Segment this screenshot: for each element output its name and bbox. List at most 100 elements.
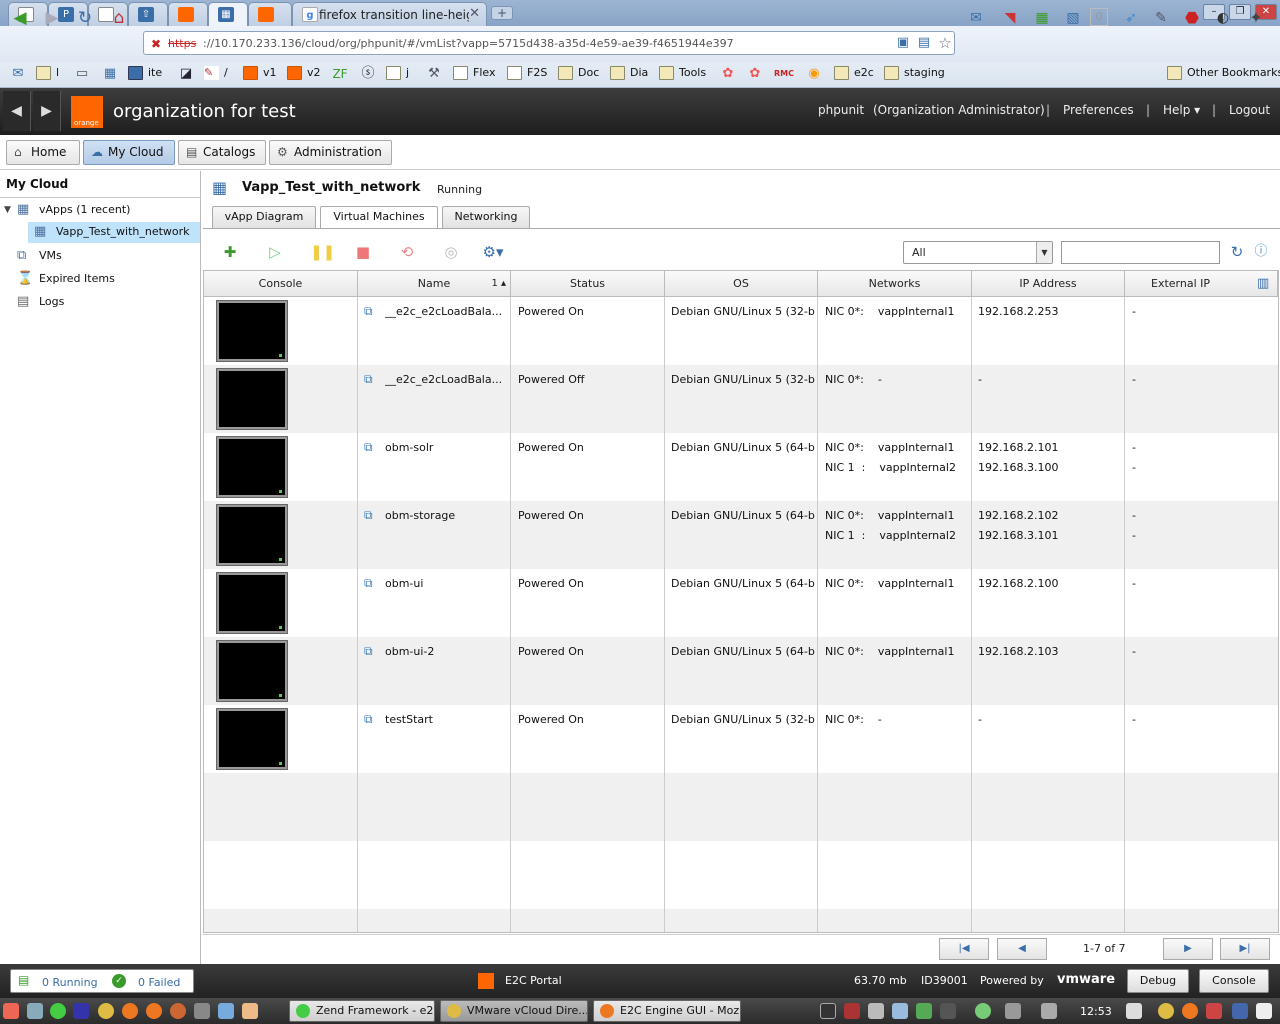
- help-menu[interactable]: Help ▾: [1163, 103, 1200, 117]
- prev-page-button[interactable]: ◀: [997, 938, 1047, 960]
- close-icon[interactable]: ✕: [469, 6, 480, 21]
- flower-bookmark-icon[interactable]: ✿: [718, 64, 738, 84]
- bookmark[interactable]: ite: [128, 66, 162, 82]
- mail-bookmark-icon[interactable]: ✉: [8, 64, 28, 84]
- circle-bookmark-icon[interactable]: ◉: [804, 64, 824, 84]
- folder-icon[interactable]: [27, 1003, 43, 1019]
- launcher-icon[interactable]: [50, 1003, 66, 1019]
- browser-tab-active[interactable]: ▦: [208, 2, 248, 26]
- vm-name[interactable]: __e2c_e2cLoadBala...: [385, 373, 509, 386]
- bookmark[interactable]: v2: [287, 66, 321, 82]
- app-icon[interactable]: [868, 1003, 884, 1019]
- suspend-icon[interactable]: ❚❚: [310, 243, 335, 261]
- zf-bookmark-icon[interactable]: ZF: [330, 64, 350, 84]
- logout-link[interactable]: Logout: [1229, 103, 1270, 117]
- tool-bookmark-icon[interactable]: ⚒: [424, 64, 444, 84]
- search-input[interactable]: [1061, 241, 1220, 264]
- bookmark-folder[interactable]: Dia: [610, 66, 648, 82]
- tasks-icon[interactable]: ▧: [1063, 8, 1083, 28]
- console-thumbnail[interactable]: [216, 436, 288, 498]
- column-header-os[interactable]: OS: [665, 271, 818, 297]
- reload-icon[interactable]: ↻: [75, 8, 95, 28]
- battery-icon[interactable]: [1126, 1003, 1142, 1019]
- firefox-icon[interactable]: [146, 1003, 162, 1019]
- task-vcloud[interactable]: VMware vCloud Dire...: [440, 1000, 588, 1022]
- bookmark-folder[interactable]: staging: [884, 66, 945, 82]
- power-off-icon[interactable]: ■: [354, 243, 372, 261]
- vm-name[interactable]: __e2c_e2cLoadBala...: [385, 305, 509, 318]
- new-tab-button[interactable]: +: [491, 6, 513, 20]
- debug-button[interactable]: Debug: [1127, 969, 1189, 993]
- other-bookmarks[interactable]: Other Bookmarks: [1167, 66, 1280, 82]
- stop-icon[interactable]: ⬣: [1182, 8, 1202, 28]
- columns-icon[interactable]: ▥: [1257, 276, 1273, 291]
- tool-icon[interactable]: [242, 1003, 258, 1019]
- counter-icon[interactable]: 0: [1090, 8, 1108, 26]
- mail-icon[interactable]: ✉: [966, 8, 986, 28]
- firefox-icon[interactable]: [122, 1003, 138, 1019]
- console-thumbnail[interactable]: [216, 572, 288, 634]
- app-icon[interactable]: [1206, 1003, 1222, 1019]
- tab-vapp-diagram[interactable]: vApp Diagram: [212, 206, 316, 228]
- column-header-ip[interactable]: IP Address: [972, 271, 1125, 297]
- ubuntu-icon[interactable]: [3, 1003, 19, 1019]
- chrome-icon[interactable]: [98, 1003, 114, 1019]
- first-page-button[interactable]: |◀: [939, 938, 989, 960]
- home-icon[interactable]: ⌂: [109, 8, 129, 28]
- firefox-icon[interactable]: [170, 1003, 186, 1019]
- browser-tab[interactable]: [248, 2, 292, 26]
- vm-name[interactable]: obm-storage: [385, 509, 509, 522]
- vm-name[interactable]: obm-solr: [385, 441, 509, 454]
- nav-mycloud-button[interactable]: ☁ My Cloud: [83, 140, 175, 165]
- console-thumbnail[interactable]: [216, 368, 288, 430]
- bookmark-folder[interactable]: Doc: [558, 66, 599, 82]
- bookmark[interactable]: ✎ /: [204, 66, 228, 82]
- browser-tab[interactable]: ⇧: [128, 2, 168, 26]
- vm-name[interactable]: testStart: [385, 713, 509, 726]
- bookmark[interactable]: Flex: [453, 66, 495, 82]
- bookmark[interactable]: v1: [243, 66, 277, 82]
- back-arrow-icon[interactable]: ◀: [3, 91, 31, 131]
- column-header-external-ip[interactable]: External IP: [1125, 271, 1278, 297]
- status-icon[interactable]: [975, 1003, 991, 1019]
- tab-virtual-machines[interactable]: Virtual Machines: [320, 206, 438, 229]
- wrench-icon[interactable]: ✦: [1246, 8, 1266, 28]
- browser-tab[interactable]: [168, 2, 208, 26]
- vm-name[interactable]: obm-ui-2: [385, 645, 509, 658]
- reset-icon[interactable]: ⟲: [398, 243, 416, 261]
- console-thumbnail[interactable]: [216, 708, 288, 770]
- bookmark-folder[interactable]: Tools: [659, 66, 706, 82]
- column-header-name[interactable]: Name 1 ▴: [358, 271, 511, 297]
- next-page-button[interactable]: ▶: [1163, 938, 1213, 960]
- sidebar-item-vms[interactable]: ⧉ VMs: [17, 246, 62, 266]
- extension-icon[interactable]: ▣: [893, 33, 913, 53]
- last-page-button[interactable]: ▶|: [1220, 938, 1270, 960]
- firefox-icon[interactable]: [1182, 1003, 1198, 1019]
- console-thumbnail[interactable]: [216, 640, 288, 702]
- feed-icon[interactable]: ◥: [1000, 8, 1020, 28]
- calendar-icon[interactable]: ▦: [1032, 8, 1052, 28]
- column-header-networks[interactable]: Networks: [818, 271, 972, 297]
- task-zend[interactable]: Zend Framework - e2...: [289, 1000, 435, 1022]
- terminal-icon[interactable]: [820, 1003, 836, 1019]
- tab-networking[interactable]: Networking: [442, 206, 530, 228]
- bookmark[interactable]: F2S: [507, 66, 547, 82]
- app-icon[interactable]: [1232, 1003, 1248, 1019]
- vcloud-bookmark-icon[interactable]: ▦: [100, 64, 120, 84]
- dropper-icon[interactable]: ✎: [1151, 8, 1171, 28]
- app-icon[interactable]: [892, 1003, 908, 1019]
- browser-tab[interactable]: g firefox transition line-heig ✕: [292, 2, 487, 26]
- symfony-bookmark-icon[interactable]: ⓢ: [358, 64, 378, 84]
- app-icon[interactable]: [844, 1003, 860, 1019]
- collapse-triangle-icon[interactable]: ▼: [4, 200, 11, 220]
- console-button[interactable]: Console: [1199, 969, 1269, 993]
- sidebar-item-vapp[interactable]: ▦ Vapp_Test_with_network: [34, 222, 190, 242]
- bird-icon[interactable]: ➶: [1121, 8, 1141, 28]
- console-thumbnail[interactable]: [216, 504, 288, 566]
- rmc-bookmark-icon[interactable]: RMC: [774, 64, 794, 84]
- power-on-icon[interactable]: ▷: [266, 243, 284, 261]
- rss-icon[interactable]: ▤: [914, 33, 934, 53]
- eclipse-icon[interactable]: [73, 1003, 89, 1019]
- sidebar-item-vapps[interactable]: ▦ vApps (1 recent): [17, 200, 130, 220]
- filter-select[interactable]: All ▼: [903, 241, 1053, 264]
